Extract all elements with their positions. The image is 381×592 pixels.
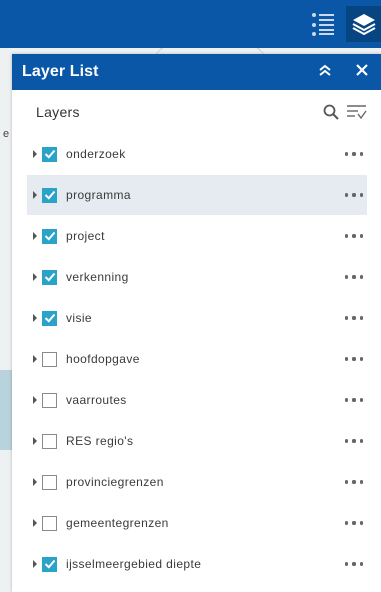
layer-label: onderzoek bbox=[66, 147, 126, 161]
layer-row[interactable]: verkenning bbox=[27, 257, 367, 297]
more-options-icon[interactable] bbox=[345, 438, 363, 444]
more-options-icon[interactable] bbox=[345, 356, 363, 362]
layer-visibility-checkbox[interactable] bbox=[42, 433, 57, 449]
layer-visibility-checkbox[interactable] bbox=[42, 515, 57, 531]
expand-arrow-icon[interactable] bbox=[33, 560, 37, 568]
layer-row[interactable]: RES regio's bbox=[27, 421, 367, 461]
close-icon bbox=[356, 63, 368, 81]
layer-label: hoofdopgave bbox=[66, 352, 140, 366]
more-options-icon[interactable] bbox=[345, 561, 363, 567]
checkmark-icon bbox=[44, 190, 55, 200]
layer-label: programma bbox=[66, 188, 131, 202]
checkmark-icon bbox=[44, 559, 55, 569]
checkmark-icon bbox=[44, 231, 55, 241]
section-title: Layers bbox=[36, 104, 80, 120]
expand-arrow-icon[interactable] bbox=[33, 396, 37, 404]
layer-label: provinciegrenzen bbox=[66, 475, 164, 489]
panel-header: Layer List bbox=[12, 54, 381, 90]
layer-list-panel: Layer List Layers onderzoek programma pr… bbox=[12, 54, 381, 592]
close-panel-button[interactable] bbox=[352, 62, 372, 82]
layers-section-header: Layers bbox=[12, 90, 381, 134]
more-options-icon[interactable] bbox=[345, 397, 363, 403]
layer-label: visie bbox=[66, 311, 93, 325]
expand-arrow-icon[interactable] bbox=[33, 150, 37, 158]
layer-visibility-checkbox[interactable] bbox=[42, 269, 57, 285]
layer-label: vaarroutes bbox=[66, 393, 127, 407]
more-options-icon[interactable] bbox=[345, 274, 363, 280]
more-options-icon[interactable] bbox=[345, 192, 363, 198]
legend-button[interactable] bbox=[307, 8, 339, 40]
legend-list-icon bbox=[310, 11, 336, 37]
layer-visibility-checkbox[interactable] bbox=[42, 474, 57, 490]
layer-row[interactable]: provinciegrenzen bbox=[27, 462, 367, 502]
layer-row[interactable]: gemeentegrenzen bbox=[27, 503, 367, 543]
filter-list-icon[interactable] bbox=[347, 104, 367, 125]
more-options-icon[interactable] bbox=[345, 315, 363, 321]
layer-row[interactable]: vaarroutes bbox=[27, 380, 367, 420]
expand-arrow-icon[interactable] bbox=[33, 355, 37, 363]
top-toolbar bbox=[0, 0, 381, 48]
layer-row[interactable]: project bbox=[27, 216, 367, 256]
more-options-icon[interactable] bbox=[345, 479, 363, 485]
layer-label: project bbox=[66, 229, 105, 243]
layer-row[interactable]: ijsselmeergebied diepte bbox=[27, 544, 367, 584]
expand-arrow-icon[interactable] bbox=[33, 314, 37, 322]
more-options-icon[interactable] bbox=[345, 233, 363, 239]
layer-visibility-checkbox[interactable] bbox=[42, 556, 57, 572]
layer-visibility-checkbox[interactable] bbox=[42, 392, 57, 408]
checkmark-icon bbox=[44, 272, 55, 282]
layer-visibility-checkbox[interactable] bbox=[42, 146, 57, 162]
layer-visibility-checkbox[interactable] bbox=[42, 187, 57, 203]
checkmark-icon bbox=[44, 313, 55, 323]
expand-arrow-icon[interactable] bbox=[33, 519, 37, 527]
layer-visibility-checkbox[interactable] bbox=[42, 228, 57, 244]
collapse-panel-button[interactable] bbox=[315, 62, 335, 82]
layers-stack-icon bbox=[352, 12, 376, 36]
layer-row[interactable]: programma bbox=[27, 175, 367, 215]
more-options-icon[interactable] bbox=[345, 151, 363, 157]
expand-arrow-icon[interactable] bbox=[33, 232, 37, 240]
search-icon[interactable] bbox=[323, 104, 339, 125]
panel-title: Layer List bbox=[22, 63, 99, 80]
layer-label: ijsselmeergebied diepte bbox=[66, 557, 202, 571]
map-label-fragment: e bbox=[3, 128, 10, 140]
expand-arrow-icon[interactable] bbox=[33, 191, 37, 199]
checkmark-icon bbox=[44, 149, 55, 159]
layer-row[interactable]: onderzoek bbox=[27, 134, 367, 174]
layer-label: verkenning bbox=[66, 270, 129, 284]
layer-row[interactable]: hoofdopgave bbox=[27, 339, 367, 379]
expand-arrow-icon[interactable] bbox=[33, 478, 37, 486]
layer-label: RES regio's bbox=[66, 434, 134, 448]
layer-row[interactable]: visie bbox=[27, 298, 367, 338]
map-water-area bbox=[0, 370, 12, 450]
layer-label: gemeentegrenzen bbox=[66, 516, 169, 530]
layer-visibility-checkbox[interactable] bbox=[42, 351, 57, 367]
layer-visibility-checkbox[interactable] bbox=[42, 310, 57, 326]
expand-arrow-icon[interactable] bbox=[33, 437, 37, 445]
more-options-icon[interactable] bbox=[345, 520, 363, 526]
expand-arrow-icon[interactable] bbox=[33, 273, 37, 281]
double-chevron-up-icon bbox=[318, 63, 332, 82]
layers-button[interactable] bbox=[346, 6, 381, 42]
